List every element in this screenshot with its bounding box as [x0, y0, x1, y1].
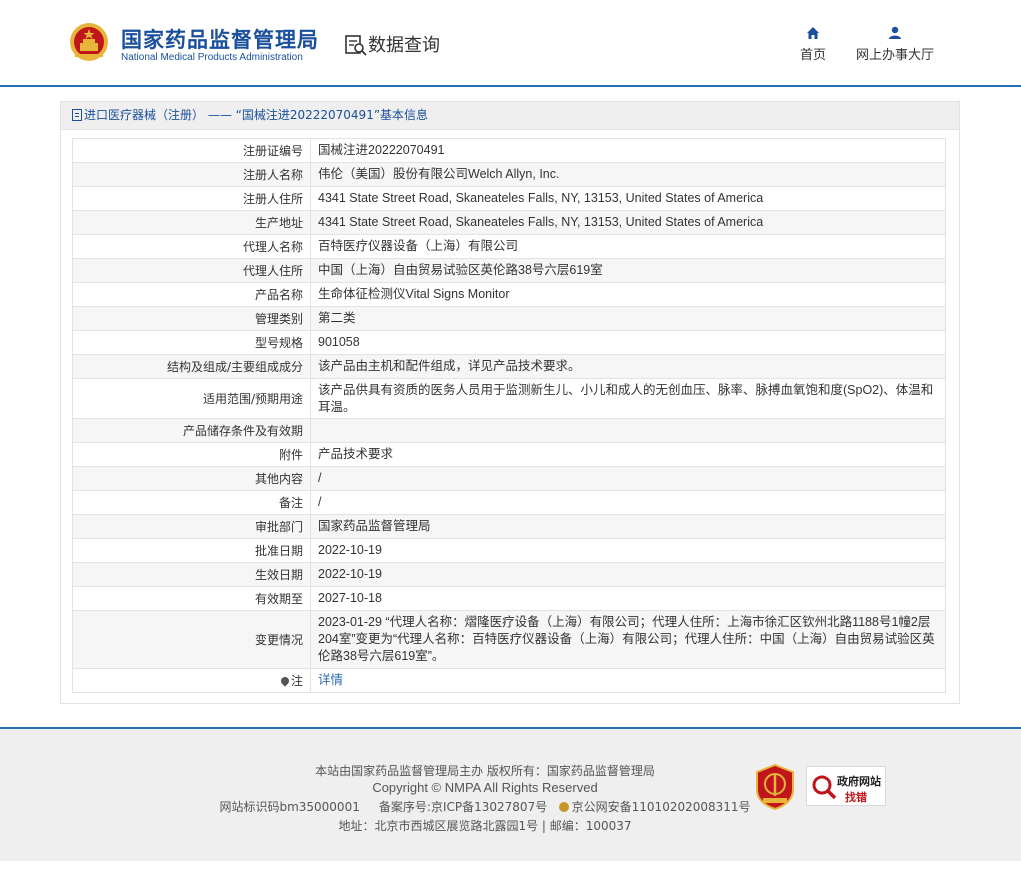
- row-label: 注册证编号: [72, 138, 311, 163]
- data-query-icon: [345, 35, 367, 56]
- row-label: 附件: [72, 442, 311, 467]
- table-row: 注册人住所 4341 State Street Road, Skaneateles…: [72, 186, 946, 211]
- user-icon: [889, 26, 901, 39]
- row-value: 中国（上海）自由贸易试验区英伦路38号六层619室: [310, 258, 946, 283]
- note-label: 注: [290, 674, 303, 688]
- row-value: 4341 State Street Road, Skaneateles Fall…: [310, 210, 946, 235]
- table-row: 注册证编号 国械注进20222070491: [72, 138, 946, 163]
- table-row: 备注 /: [72, 490, 946, 515]
- row-label: 有效期至: [72, 586, 311, 611]
- row-value: 百特医疗仪器设备（上海）有限公司: [310, 234, 946, 259]
- row-value: /: [310, 466, 946, 491]
- row-label-note: 注: [72, 668, 311, 693]
- document-icon: [72, 109, 82, 121]
- row-label: 备注: [72, 490, 311, 515]
- table-row: 适用范围/预期用途 该产品供具有资质的医务人员用于监测新生儿、小儿和成人的无创血压…: [72, 378, 946, 419]
- nav-service-hall[interactable]: 网上办事大厅: [856, 26, 934, 63]
- row-label: 变更情况: [72, 610, 311, 669]
- row-label: 产品名称: [72, 282, 311, 307]
- table-row: 代理人名称 百特医疗仪器设备（上海）有限公司: [72, 234, 946, 259]
- row-value: 国家药品监督管理局: [310, 514, 946, 539]
- row-value: 伟伦（美国）股份有限公司Welch Allyn, Inc.: [310, 162, 946, 187]
- row-label: 批准日期: [72, 538, 311, 563]
- police-badge-icon: [558, 802, 569, 812]
- table-row: 其他内容 /: [72, 466, 946, 491]
- row-value: 生命体征检测仪Vital Signs Monitor: [310, 282, 946, 307]
- row-label: 注册人住所: [72, 186, 311, 211]
- table-row: 代理人住所 中国（上海）自由贸易试验区英伦路38号六层619室: [72, 258, 946, 283]
- table-row: 注册人名称 伟伦（美国）股份有限公司Welch Allyn, Inc.: [72, 162, 946, 187]
- row-label: 审批部门: [72, 514, 311, 539]
- row-label: 其他内容: [72, 466, 311, 491]
- row-label: 代理人名称: [72, 234, 311, 259]
- org-name-en: National Medical Products Administration: [121, 52, 303, 63]
- row-value: 2023-01-29 “代理人名称：熠隆医疗设备（上海）有限公司；代理人住所：上…: [310, 610, 946, 669]
- row-value: 国械注进20222070491: [310, 138, 946, 163]
- row-value: 详情: [310, 668, 946, 693]
- row-label: 管理类别: [72, 306, 311, 331]
- row-label: 代理人住所: [72, 258, 311, 283]
- table-row: 管理类别 第二类: [72, 306, 946, 331]
- table-row: 注 详情: [72, 668, 946, 693]
- site-header: 国家药品监督管理局 National Medical Products Admi…: [0, 0, 1021, 87]
- table-row: 生产地址 4341 State Street Road, Skaneateles …: [72, 210, 946, 235]
- nav-home-label: 首页: [799, 48, 826, 63]
- table-row: 产品储存条件及有效期: [72, 418, 946, 443]
- table-row: 有效期至 2027-10-18: [72, 586, 946, 611]
- table-row: 审批部门 国家药品监督管理局: [72, 514, 946, 539]
- location-pin-icon: [279, 675, 291, 687]
- table-row: 生效日期 2022-10-19: [72, 562, 946, 587]
- info-table: 注册证编号 国械注进20222070491 注册人名称 伟伦（美国）股份有限公司We…: [72, 138, 946, 693]
- detail-panel: 进口医疗器械（注册） —— “国械注进20222070491”基本信息 注册证编…: [60, 101, 960, 704]
- gov-badge-action: 找错: [845, 791, 867, 804]
- national-emblem-icon: [70, 23, 108, 61]
- row-value: 2022-10-19: [310, 538, 946, 563]
- row-label: 注册人名称: [72, 162, 311, 187]
- row-value: 第二类: [310, 306, 946, 331]
- gov-badge-title: 政府网站: [837, 775, 881, 788]
- site-id: 网站标识码bm35000001: [219, 800, 360, 814]
- table-row: 批准日期 2022-10-19: [72, 538, 946, 563]
- breadcrumb: 进口医疗器械（注册） —— “国械注进20222070491”基本信息: [61, 102, 959, 130]
- row-value: 901058: [310, 330, 946, 355]
- breadcrumb-text: 进口医疗器械（注册） —— “国械注进20222070491”基本信息: [84, 108, 429, 122]
- section-title: 数据查询: [368, 35, 440, 56]
- party-government-badge-icon[interactable]: [755, 764, 795, 810]
- row-value: 2027-10-18: [310, 586, 946, 611]
- table-row: 变更情况 2023-01-29 “代理人名称：熠隆医疗设备（上海）有限公司；代理人…: [72, 610, 946, 669]
- icp-link[interactable]: 备案序号:京ICP备13027807号: [379, 800, 547, 814]
- row-label: 结构及组成/主要组成成分: [72, 354, 311, 379]
- row-label: 产品储存条件及有效期: [72, 418, 311, 443]
- table-row: 结构及组成/主要组成成分 该产品由主机和配件组成，详见产品技术要求。: [72, 354, 946, 379]
- police-link[interactable]: 京公网安备11010202008311号: [572, 800, 751, 814]
- org-name-cn: 国家药品监督管理局: [121, 28, 319, 52]
- row-label: 生效日期: [72, 562, 311, 587]
- table-row: 附件 产品技术要求: [72, 442, 946, 467]
- gov-website-report-badge[interactable]: 政府网站 找错: [806, 766, 886, 806]
- row-value: 产品技术要求: [310, 442, 946, 467]
- table-row: 产品名称 生命体征检测仪Vital Signs Monitor: [72, 282, 946, 307]
- row-value: 2022-10-19: [310, 562, 946, 587]
- row-label: 生产地址: [72, 210, 311, 235]
- row-value: 该产品供具有资质的医务人员用于监测新生儿、小儿和成人的无创血压、脉率、脉搏血氧饱…: [310, 378, 946, 419]
- nav-home[interactable]: 首页: [797, 26, 829, 63]
- home-icon: [807, 27, 819, 39]
- magnifier-icon: [812, 775, 837, 800]
- row-value: /: [310, 490, 946, 515]
- row-value: 4341 State Street Road, Skaneateles Fall…: [310, 186, 946, 211]
- table-row: 型号规格 901058: [72, 330, 946, 355]
- row-value: 该产品由主机和配件组成，详见产品技术要求。: [310, 354, 946, 379]
- row-value: [310, 418, 946, 443]
- details-link[interactable]: 详情: [318, 673, 343, 687]
- nav-service-hall-label: 网上办事大厅: [856, 48, 935, 63]
- row-label: 型号规格: [72, 330, 311, 355]
- footer-address: 地址：北京市西城区展览路北露园1号 | 邮编：100037: [338, 819, 632, 833]
- row-label: 适用范围/预期用途: [72, 378, 311, 419]
